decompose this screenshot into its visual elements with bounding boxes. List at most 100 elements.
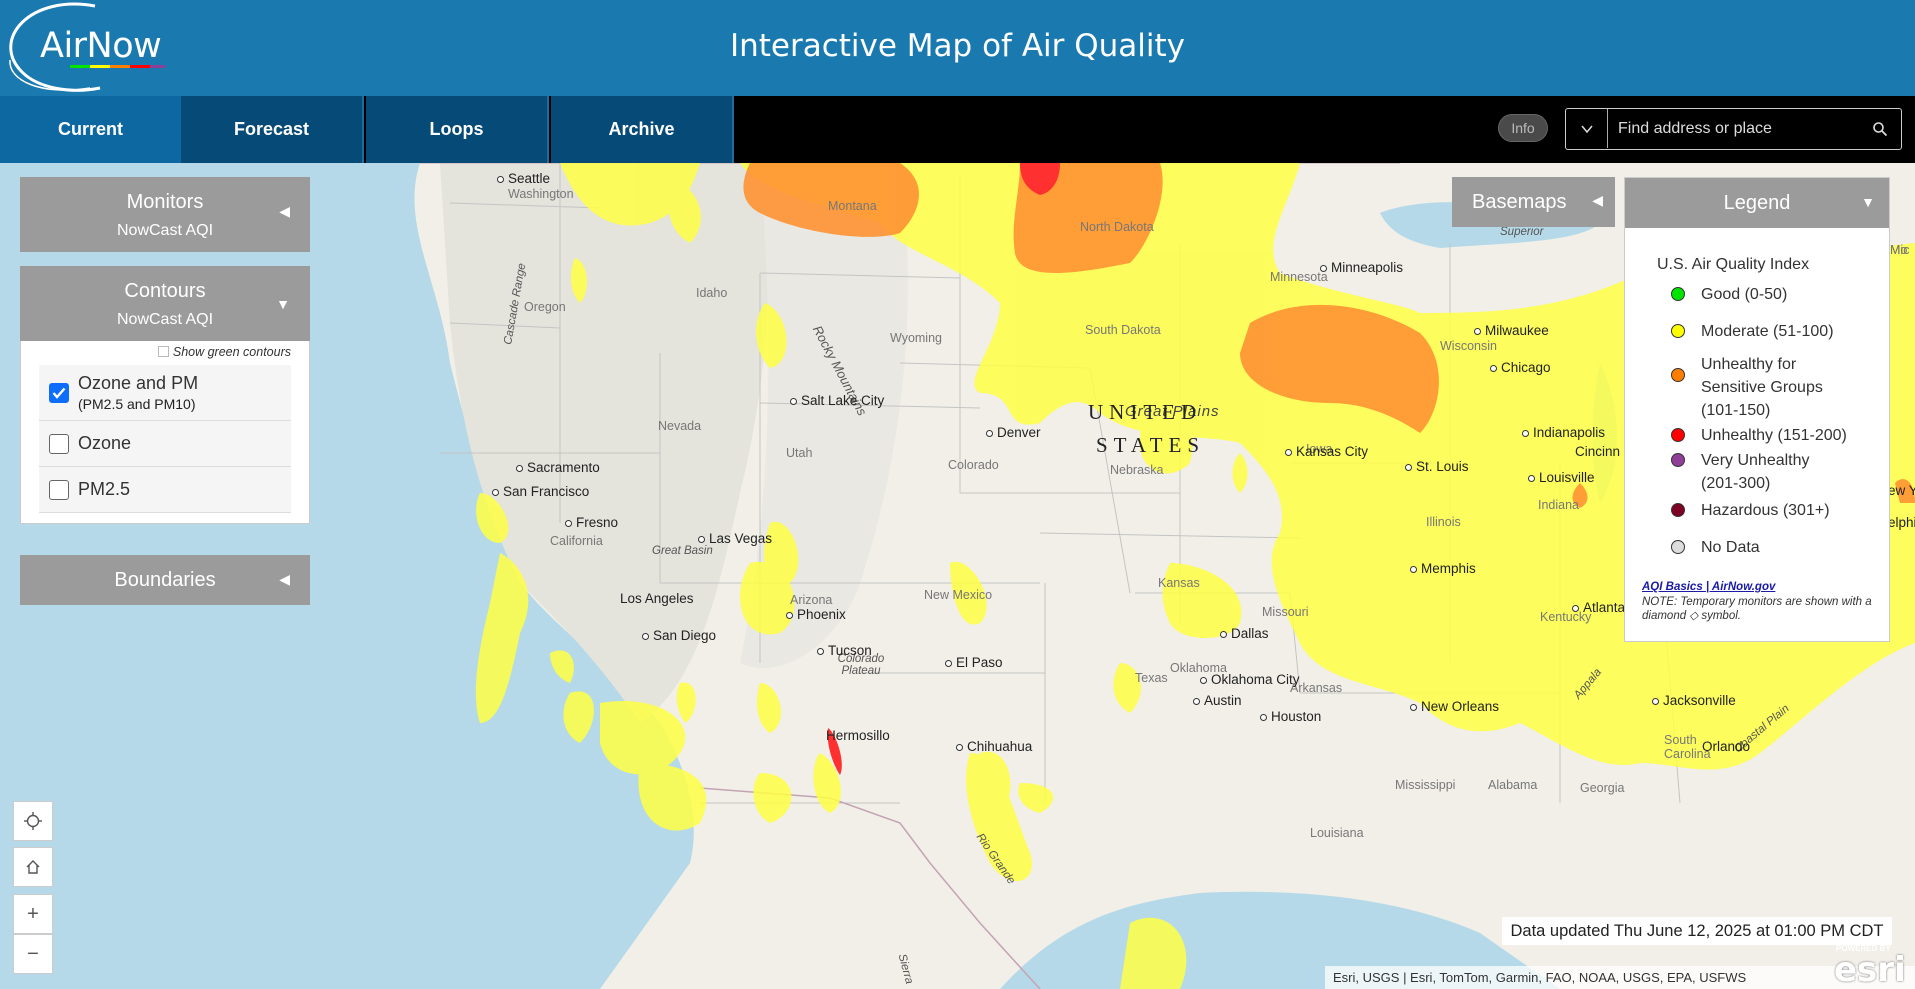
contour-option-pm25[interactable]: PM2.5 <box>39 467 291 513</box>
region-label: elphi <box>1888 515 1915 530</box>
state-label: Nevada <box>658 419 702 433</box>
city-label: New Orleans <box>1410 699 1499 714</box>
search-widget <box>1565 108 1902 150</box>
state-label: Kansas <box>1158 576 1200 590</box>
crosshair-icon <box>24 812 42 830</box>
legend-title: U.S. Air Quality Index <box>1657 256 1810 273</box>
map-attribution: Esri, USGS | Esri, TomTom, Garmin, FAO, … <box>1325 966 1915 989</box>
contour-option-ozone-pm[interactable]: Ozone and PM (PM2.5 and PM10) <box>39 365 291 421</box>
aqi-nodata-swatch <box>1671 540 1685 554</box>
city-label: Tucson <box>817 643 872 658</box>
state-label: Louisiana <box>1310 826 1364 840</box>
legend-item: No Data <box>1625 522 1889 559</box>
pm25-label: PM2.5 <box>78 479 131 499</box>
basemaps-button[interactable]: Basemaps ◀ <box>1452 177 1615 227</box>
expand-arrow-icon: ▼ <box>1861 194 1875 210</box>
city-label: Houston <box>1260 709 1321 724</box>
legend-item: Unhealthy (151-200) <box>1625 422 1889 447</box>
state-label: Montana <box>828 199 877 213</box>
city-label: San Diego <box>642 628 716 643</box>
country-label: STATES <box>1096 433 1205 457</box>
state-label: Arizona <box>790 593 833 607</box>
monitors-panel-header[interactable]: Monitors NowCast AQI ◀ <box>20 177 310 252</box>
state-label: North Dakota <box>1080 220 1154 234</box>
esri-wordmark: esri <box>1834 950 1906 989</box>
tab-loops[interactable]: Loops <box>366 96 549 163</box>
city-label: Louisville <box>1528 470 1595 485</box>
show-green-contours-toggle[interactable]: Show green contours <box>39 341 291 365</box>
city-label: Milwaukee <box>1474 323 1549 338</box>
state-label: Nebraska <box>1110 463 1164 477</box>
aqi-good-swatch <box>1671 287 1685 301</box>
ozone-pm-label: Ozone and PM <box>78 373 199 393</box>
state-label: Texas <box>1135 671 1168 685</box>
city-label: Austin <box>1193 693 1242 708</box>
pm25-checkbox[interactable] <box>49 479 69 500</box>
page-title: Interactive Map of Air Quality <box>729 28 1186 64</box>
search-source-dropdown[interactable] <box>1566 109 1608 148</box>
state-label: Illinois <box>1426 515 1461 529</box>
city-label: Phoenix <box>786 607 846 622</box>
tab-archive[interactable]: Archive <box>551 96 734 163</box>
ozone-pm-checkbox[interactable] <box>49 382 69 403</box>
city-label: Salt Lake City <box>790 393 884 408</box>
locate-button[interactable] <box>13 801 53 841</box>
contour-option-ozone[interactable]: Ozone <box>39 421 291 467</box>
info-button[interactable]: Info <box>1498 114 1548 142</box>
state-label: Alabama <box>1488 778 1538 792</box>
region-label: Great Basin <box>652 545 713 557</box>
city-label: Dallas <box>1220 626 1269 641</box>
zoom-in-button[interactable]: + <box>13 894 53 934</box>
expand-arrow-icon: ▼ <box>276 296 290 312</box>
aqi-unhealthy-swatch <box>1671 428 1685 442</box>
zoom-out-button[interactable]: − <box>13 934 53 974</box>
contours-panel-header[interactable]: Contours NowCast AQI ▼ <box>20 266 310 341</box>
state-label: Idaho <box>696 286 728 300</box>
contours-subtitle: NowCast AQI <box>116 311 214 328</box>
show-green-checkbox[interactable] <box>157 346 169 357</box>
ozone-pm-sublabel: (PM2.5 and PM10) <box>78 396 196 412</box>
esri-logo: POWERED BY esri <box>1830 944 1915 989</box>
home-button[interactable] <box>13 847 53 887</box>
airnow-app: AirNow Interactive Map of Air Quality Cu… <box>0 0 1915 989</box>
contours-options: Show green contours Ozone and PM (PM2.5 … <box>20 341 310 524</box>
state-label: California <box>550 534 603 548</box>
city-label: Cincinn <box>1575 444 1621 459</box>
aqi-moderate-swatch <box>1671 324 1685 338</box>
tab-forecast[interactable]: Forecast <box>181 96 364 163</box>
nav-bar: Current Forecast Loops Archive Info <box>0 96 1915 163</box>
legend-header[interactable]: Legend ▼ <box>1625 178 1889 228</box>
contours-panel: Contours NowCast AQI ▼ Show green contou… <box>20 266 310 524</box>
state-label: Georgia <box>1580 781 1625 795</box>
monitors-subtitle: NowCast AQI <box>116 222 214 239</box>
region-label: Superior <box>1500 226 1544 238</box>
collapse-arrow-icon: ◀ <box>1592 192 1603 208</box>
legend-item: Unhealthy for Sensitive Groups (101-150) <box>1625 343 1889 422</box>
state-label: Colorado <box>948 458 999 472</box>
legend-item: Moderate (51-100) <box>1625 306 1889 343</box>
aqi-basics-link[interactable]: AQI Basics | AirNow.gov <box>1625 559 1889 593</box>
city-label: Denver <box>986 425 1041 440</box>
ozone-label: Ozone <box>78 433 132 453</box>
state-label: Missouri <box>1262 605 1309 619</box>
boundaries-panel[interactable]: Boundaries ◀ <box>20 555 310 605</box>
ozone-checkbox[interactable] <box>49 433 69 454</box>
region-label: ew Y <box>1888 483 1915 498</box>
city-label: Minneapolis <box>1320 260 1403 275</box>
aqi-hazardous-swatch <box>1671 503 1685 517</box>
city-label: Memphis <box>1410 561 1476 576</box>
boundaries-panel-header[interactable]: Boundaries ◀ <box>20 555 310 605</box>
city-label: Orlando <box>1702 739 1751 754</box>
city-label: Kansas City <box>1285 444 1368 459</box>
aqi-very-unhealthy-swatch <box>1671 453 1685 467</box>
search-input[interactable] <box>1618 109 1858 148</box>
monitors-panel[interactable]: Monitors NowCast AQI ◀ <box>20 177 310 252</box>
legend-item: Hazardous (301+) <box>1625 495 1889 522</box>
collapse-arrow-icon: ◀ <box>279 571 290 587</box>
tab-current[interactable]: Current <box>0 96 183 163</box>
search-button[interactable] <box>1865 109 1895 148</box>
contours-title: Contours <box>124 280 206 302</box>
city-label: St. Louis <box>1405 459 1469 474</box>
city-label: Los Angeles <box>620 591 694 606</box>
aqi-usg-swatch <box>1671 368 1685 382</box>
